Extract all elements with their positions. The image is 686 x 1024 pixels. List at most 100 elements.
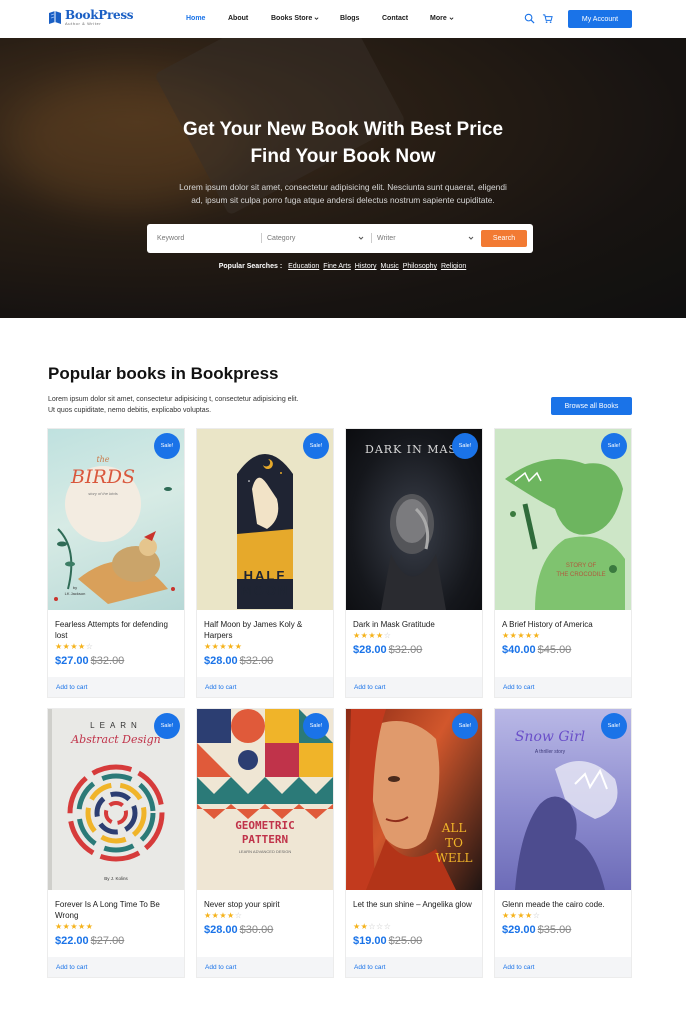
add-to-cart-button[interactable]: Add to cart [197,957,333,977]
chevron-down-icon [314,17,319,20]
nav-item-blogs[interactable]: Blogs [340,15,359,22]
cover-text: WELL [435,851,473,865]
search-button[interactable]: Search [481,230,527,247]
divider [261,233,262,243]
popular-tag-history[interactable]: History [355,263,377,270]
brand-tagline: Author & Writer [65,21,102,26]
chevron-down-icon [449,17,454,20]
book-cover[interactable]: ALL TO WELL Sale! [346,709,482,890]
hero-title: Get Your New Book With Best Price Find Y… [182,119,504,167]
my-account-button[interactable]: My Account [568,10,632,28]
popular-tag-education[interactable]: Education [288,263,319,270]
popular-searches-label: Popular Searches : [218,263,283,270]
keyword-input[interactable]: Keyword [157,232,184,244]
cover-text: TO [445,836,463,850]
book-price: $19.00 $25.00 [353,935,423,947]
chevron-down-icon [358,236,364,240]
add-to-cart-button[interactable]: Add to cart [346,957,482,977]
book-cover[interactable]: the BIRDS story of the birds by LK Jacks… [48,429,184,610]
rating-stars: ★★★★★ [204,642,243,651]
add-to-cart-button[interactable]: Add to cart [48,677,184,697]
rating-stars: ★★★★★ [55,922,94,931]
cover-text: GEOMETRIC [235,819,295,832]
browse-all-books-button[interactable]: Browse all Books [551,397,632,415]
book-price: $29.00 $35.00 [502,924,572,936]
add-to-cart-button[interactable]: Add to cart [495,957,631,977]
sale-badge: Sale! [154,713,180,739]
book-card[interactable]: DARK IN MAS Sale! Dark in Mask Gratitude… [345,428,483,698]
cart-icon[interactable] [542,13,553,24]
section-title: Popular books in Bookpress [48,364,279,383]
nav-item-books-store[interactable]: Books Store [271,15,319,22]
brand-name: BookPress [65,8,134,22]
cover-text: LEARN ADVANCED DESIGN [238,849,292,854]
add-to-cart-button[interactable]: Add to cart [197,677,333,697]
divider [371,233,372,243]
sale-badge: Sale! [303,433,329,459]
popular-tag-philosophy[interactable]: Philosophy [403,263,437,270]
cover-text: PATTERN [241,833,289,846]
book-cover[interactable]: Snow Girl A thriller story Sale! [495,709,631,890]
hero-banner: Get Your New Book With Best Price Find Y… [0,38,686,318]
book-card[interactable]: STORY OF THE CROCODILE Sale! A Brief His… [494,428,632,698]
popular-tag-fine-arts[interactable]: Fine Arts [323,263,351,270]
book-title[interactable]: Never stop your spirit [204,899,328,910]
hero-overlay [0,38,686,318]
cover-text: ALL [441,821,467,835]
book-cover[interactable]: DARK IN MAS Sale! [346,429,482,610]
book-title[interactable]: Half Moon by James Koly & Harpers [204,619,328,641]
book-card[interactable]: GEOMETRIC PATTERN LEARN ADVANCED DESIGN … [196,708,334,978]
book-title[interactable]: Glenn meade the cairo code. [502,899,626,910]
cover-text: Snow Girl [514,729,586,745]
cover-text: BIRDS [70,466,136,488]
search-icon[interactable] [524,13,535,24]
book-card[interactable]: LEARN Abstract Design By J. Kolins Sale!… [47,708,185,978]
book-title[interactable]: Fearless Attempts for defending lost [55,619,179,641]
book-card[interactable]: the BIRDS story of the birds by LK Jacks… [47,428,185,698]
sale-badge: Sale! [601,433,627,459]
cover-text: HALF [243,568,287,583]
book-title[interactable]: Forever Is A Long Time To Be Wrong [55,899,179,921]
book-price: $28.00 $30.00 [204,924,274,936]
brand-logo[interactable]: BookPress Author & Writer [48,8,134,26]
sale-badge: Sale! [154,433,180,459]
book-price: $40.00 $45.00 [502,644,572,656]
rating-stars: ★★★★☆ [204,911,243,920]
top-navbar: BookPress Author & Writer Home About Boo… [0,0,686,38]
popular-tag-religion[interactable]: Religion [441,263,466,270]
add-to-cart-button[interactable]: Add to cart [346,677,482,697]
popular-tag-music[interactable]: Music [381,263,399,270]
nav-item-more[interactable]: More [430,15,454,22]
add-to-cart-button[interactable]: Add to cart [48,957,184,977]
nav-item-about[interactable]: About [228,15,248,22]
book-logo-icon [49,10,61,24]
book-title[interactable]: A Brief History of America [502,619,626,630]
rating-stars: ★★★★★ [502,631,541,640]
book-cover[interactable]: HALF MOON Sale! [197,429,333,610]
book-card[interactable]: ALL TO WELL Sale! Let the sun shine – An… [345,708,483,978]
cover-text: A thriller story [534,749,566,755]
book-title[interactable]: Let the sun shine – Angelika glow [353,899,477,910]
add-to-cart-button[interactable]: Add to cart [495,677,631,697]
rating-stars: ★★★★☆ [502,911,541,920]
nav-item-contact[interactable]: Contact [382,15,408,22]
book-title[interactable]: Dark in Mask Gratitude [353,619,477,630]
book-cover[interactable]: LEARN Abstract Design By J. Kolins Sale! [48,709,184,890]
book-cover[interactable]: STORY OF THE CROCODILE Sale! [495,429,631,610]
section-description: Lorem ipsum dolor sit amet, consectetur … [48,396,299,414]
popular-searches: Popular Searches : Education Fine Arts H… [0,263,686,270]
book-card[interactable]: HALF MOON Sale! Half Moon by James Koly … [196,428,334,698]
writer-select[interactable]: Writer [377,232,396,244]
category-select[interactable]: Category [267,232,295,244]
sale-badge: Sale! [452,433,478,459]
book-card[interactable]: Snow Girl A thriller story Sale! Glenn m… [494,708,632,978]
cover-text: story of the birds [88,491,118,496]
rating-stars: ★★★★☆ [353,631,392,640]
book-cover[interactable]: GEOMETRIC PATTERN LEARN ADVANCED DESIGN … [197,709,333,890]
nav-item-home[interactable]: Home [186,15,205,22]
chevron-down-icon [468,236,474,240]
rating-stars: ★★★★☆ [55,642,94,651]
cover-text: STORY OF [565,563,597,569]
rating-stars: ★★☆☆☆ [353,922,392,931]
cover-text: the [96,455,110,464]
